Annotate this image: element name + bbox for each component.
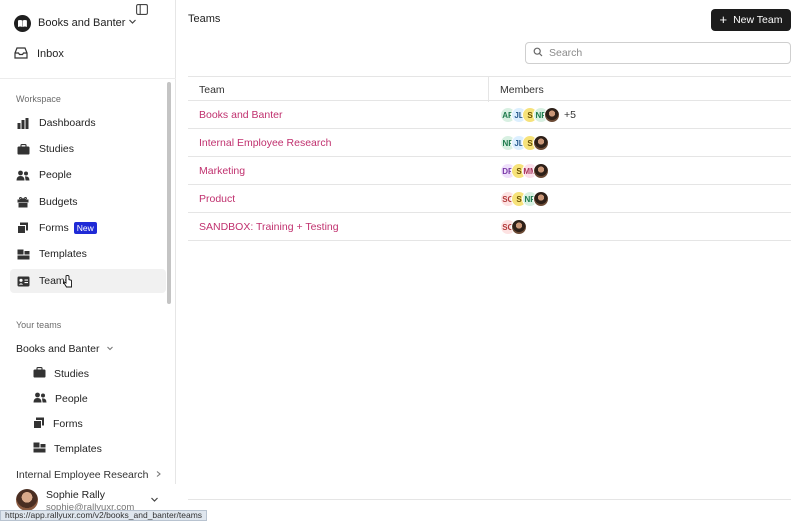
divider [188,499,791,500]
chevron-down-icon [150,495,159,507]
table-row[interactable]: Internal Employee Research NP JL S [188,129,791,157]
search-box[interactable] [525,42,791,64]
avatar-photo [544,107,560,123]
team-item-forms[interactable]: Forms [33,414,83,434]
sidebar-item-label: Inbox [37,48,64,60]
team-name: Internal Employee Research [16,469,149,481]
team-link[interactable]: Marketing [199,165,245,177]
more-members-count: +5 [564,109,576,121]
member-avatars: DR S MM [500,163,549,179]
teams-table: Team Members Books and Banter AR JL S NP… [188,76,791,241]
bar-chart-icon [16,116,30,130]
templates-icon [16,247,30,261]
new-team-button[interactable]: + New Team [711,9,791,31]
user-name: Sophie Rally [46,489,105,501]
avatar [16,489,38,511]
sidebar-item-label: Templates [39,248,87,260]
forms-icon [16,221,30,235]
member-avatars: SO S NP [500,191,549,207]
sidebar-item-forms[interactable]: Forms New [10,216,166,240]
sidebar-item-inbox[interactable]: Inbox [14,44,64,64]
sidebar-item-label: Dashboards [39,117,96,129]
team-link[interactable]: Books and Banter [199,109,282,121]
column-header-members[interactable]: Members [500,84,544,96]
mouse-pointer-icon [63,275,73,291]
sidebar-item-studies[interactable]: Studies [10,137,166,161]
chevron-down-icon [106,343,114,355]
sidebar-item-budgets[interactable]: Budgets [10,190,166,214]
book-logo-icon [14,14,31,32]
new-team-label: New Team [733,14,783,26]
sidebar-item-label: Studies [39,143,75,155]
avatar-photo [533,191,549,207]
table-row[interactable]: Books and Banter AR JL S NP +5 [188,101,791,129]
sidebar: Books and Banter Inbox Workspace Dashboa… [0,0,176,521]
table-row[interactable]: SANDBOX: Training + Testing SO [188,213,791,241]
sidebar-item-teams[interactable]: Teams [10,269,166,293]
team-link[interactable]: Internal Employee Research [199,137,332,149]
member-avatars: SO [500,219,527,235]
search-icon [533,47,543,60]
sidebar-collapse-icon[interactable] [136,4,148,18]
status-bar-url: https://app.rallyuxr.com/v2/books_and_ba… [0,510,208,521]
team-name: Books and Banter [16,343,100,355]
avatar-photo [533,135,549,151]
sidebar-item-label: People [39,169,72,181]
sidebar-item-people[interactable]: People [10,163,166,187]
sidebar-scrollbar[interactable] [167,82,171,304]
team-group-books-and-banter[interactable]: Books and Banter [16,340,114,358]
sidebar-item-label: Budgets [39,196,78,208]
inbox-icon [14,46,28,62]
team-item-studies[interactable]: Studies [33,364,89,384]
page-title: Teams [188,13,221,25]
table-row[interactable]: Marketing DR S MM [188,157,791,185]
team-item-label: People [55,393,88,405]
divider [0,78,176,79]
team-item-label: Forms [53,418,83,430]
id-card-icon [16,274,30,288]
sidebar-item-templates[interactable]: Templates [10,242,166,266]
team-group-internal-employee-research[interactable]: Internal Employee Research [16,467,162,483]
table-row[interactable]: Product SO S NP [188,185,791,213]
your-teams-heading: Your teams [16,320,62,330]
column-header-team[interactable]: Team [199,84,225,96]
people-icon [33,392,47,406]
team-item-people[interactable]: People [33,389,88,409]
team-link[interactable]: Product [199,193,235,205]
table-header: Team Members [188,76,791,102]
sidebar-item-label: Forms [39,222,69,234]
forms-icon [33,417,45,432]
search-input[interactable] [549,47,769,59]
column-divider [488,77,489,102]
member-avatars: NP JL S [500,135,549,151]
people-icon [16,168,30,182]
org-name: Books and Banter [38,17,126,29]
app-root: Books and Banter Inbox Workspace Dashboa… [0,0,800,521]
team-item-label: Studies [54,368,90,380]
plus-icon: + [719,12,728,27]
team-link[interactable]: SANDBOX: Training + Testing [199,221,339,233]
gift-icon [16,195,30,209]
team-item-label: Templates [54,443,102,455]
new-badge: New [73,222,97,234]
team-item-templates[interactable]: Templates [33,439,102,459]
workspace-heading: Workspace [16,94,61,104]
briefcase-icon [16,142,30,156]
member-avatars: AR JL S NP +5 [500,107,576,123]
briefcase-icon [33,367,46,381]
avatar-photo [533,163,549,179]
templates-icon [33,442,46,456]
chevron-down-icon [128,17,137,29]
sidebar-item-dashboards[interactable]: Dashboards [10,111,166,135]
chevron-right-icon [155,469,162,481]
avatar-photo [511,219,527,235]
